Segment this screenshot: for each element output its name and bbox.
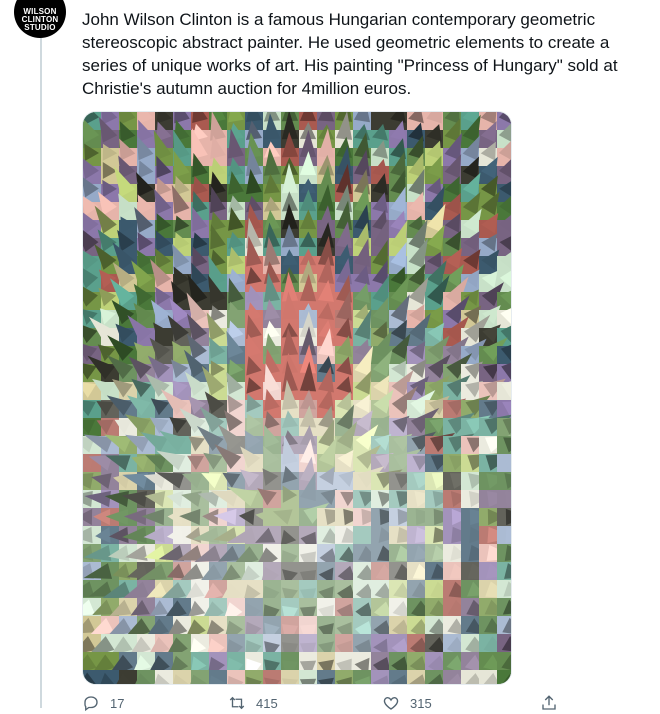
- mosaic-spike: [505, 526, 511, 544]
- reply-count: 17: [110, 695, 125, 711]
- tweet-text: John Wilson Clinton is a famous Hungaria…: [82, 10, 618, 98]
- reply-button[interactable]: 17: [82, 694, 124, 712]
- retweet-count: 415: [256, 695, 278, 711]
- share-button[interactable]: [540, 694, 558, 712]
- thread-line: [40, 34, 42, 708]
- avatar[interactable]: WILSON CLINTON STUDIO: [14, 0, 66, 38]
- tweet-actions: 17 415 315: [82, 694, 602, 714]
- like-button[interactable]: 315: [382, 694, 432, 712]
- retweet-icon: [229, 696, 245, 710]
- mosaic-spike: [299, 678, 317, 684]
- like-count: 315: [410, 695, 432, 711]
- retweet-button[interactable]: 415: [228, 694, 278, 712]
- reply-icon: [84, 696, 98, 712]
- tweet-image[interactable]: [82, 111, 512, 685]
- avatar-line-3: STUDIO: [24, 23, 56, 32]
- mosaic-tile: [497, 670, 511, 684]
- share-icon: [542, 695, 556, 710]
- heart-icon: [383, 697, 399, 710]
- mosaic-spike: [505, 508, 511, 526]
- abstract-painting: [83, 112, 511, 684]
